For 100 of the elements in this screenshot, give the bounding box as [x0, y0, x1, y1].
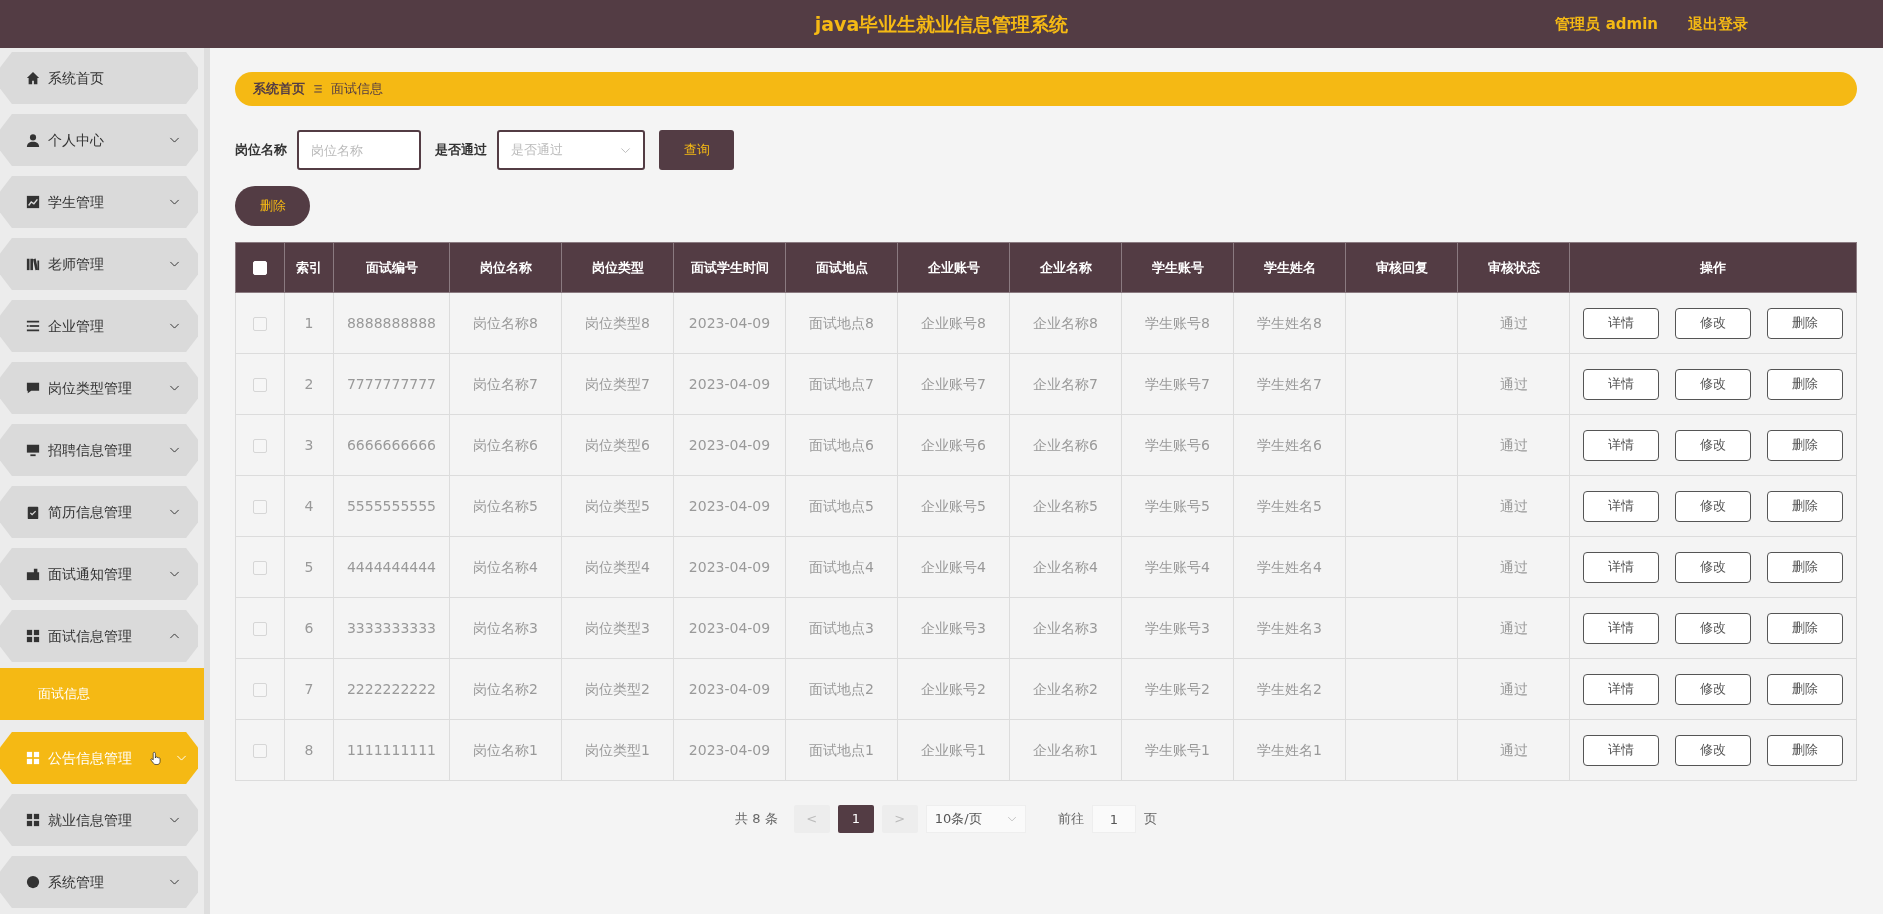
goto-label: 前往	[1057, 810, 1084, 829]
row-action-button[interactable]: 详情	[1583, 551, 1659, 583]
row-checkbox[interactable]	[253, 316, 267, 331]
row-action-button[interactable]: 详情	[1583, 368, 1659, 400]
row-checkbox[interactable]	[253, 560, 267, 575]
row-checkbox[interactable]	[253, 621, 267, 636]
monitor-icon	[26, 443, 40, 457]
row-action-button[interactable]: 删除	[1767, 368, 1843, 400]
grid-icon	[26, 751, 40, 765]
table-cell: 学生姓名8	[1233, 292, 1346, 354]
table-cell: 1111111111	[333, 719, 450, 781]
sidebar-item[interactable]: 学生管理	[0, 176, 198, 228]
sidebar-item[interactable]: 面试通知管理	[0, 548, 198, 600]
table-cell: 2023-04-09	[673, 597, 786, 659]
sidebar-item[interactable]: 企业管理	[0, 300, 198, 352]
column-header: 面试地点	[785, 242, 898, 293]
select-all-checkbox[interactable]	[253, 261, 267, 276]
breadcrumb-item[interactable]: 系统首页	[253, 79, 305, 99]
table-cell: 岗位类型1	[561, 719, 674, 781]
sidebar-item[interactable]: 岗位类型管理	[0, 362, 198, 414]
sidebar-item[interactable]: 系统管理	[0, 856, 198, 908]
table-cell: 学生账号1	[1121, 719, 1234, 781]
column-header: 操作	[1569, 242, 1857, 293]
table-cell: 企业账号1	[897, 719, 1010, 781]
row-action-button[interactable]: 修改	[1675, 612, 1751, 644]
sidebar-item[interactable]: 个人中心	[0, 114, 198, 166]
table-cell: 企业名称3	[1009, 597, 1122, 659]
clipboard-icon	[26, 505, 40, 519]
row-action-button[interactable]: 删除	[1767, 673, 1843, 705]
row-action-button[interactable]: 修改	[1675, 368, 1751, 400]
table-cell: 岗位类型2	[561, 658, 674, 720]
row-action-button[interactable]: 详情	[1583, 490, 1659, 522]
row-action-button[interactable]: 删除	[1767, 307, 1843, 339]
sidebar-item[interactable]: 老师管理	[0, 238, 198, 290]
breadcrumb-item: 面试信息	[331, 80, 383, 99]
table-cell: 5	[284, 536, 334, 598]
table-cell: 1	[284, 292, 334, 354]
row-checkbox[interactable]	[253, 377, 267, 392]
table-cell: 学生姓名5	[1233, 475, 1346, 537]
table-cell: 学生账号2	[1121, 658, 1234, 720]
sidebar-item[interactable]: 招聘信息管理	[0, 424, 198, 476]
table-cell: 企业名称2	[1009, 658, 1122, 720]
search-button[interactable]: 查询	[659, 130, 734, 170]
table-cell: 2023-04-09	[673, 536, 786, 598]
table-cell: 学生姓名3	[1233, 597, 1346, 659]
sidebar-item[interactable]: 简历信息管理	[0, 486, 198, 538]
grid-icon	[26, 813, 40, 827]
table-cell: 岗位类型5	[561, 475, 674, 537]
column-header: 面试学生时间	[673, 242, 786, 293]
sidebar-item[interactable]: 就业信息管理	[0, 794, 198, 846]
table-cell: 通过	[1457, 414, 1570, 476]
row-action-button[interactable]: 详情	[1583, 429, 1659, 461]
table-cell: 2023-04-09	[673, 414, 786, 476]
table-cell: 学生账号7	[1121, 353, 1234, 415]
row-action-button[interactable]: 删除	[1767, 551, 1843, 583]
row-action-button[interactable]: 修改	[1675, 734, 1751, 766]
row-action-button[interactable]: 详情	[1583, 612, 1659, 644]
page-size-select[interactable]: 10条/页	[925, 805, 1026, 833]
table-cell: 学生账号8	[1121, 292, 1234, 354]
delete-button[interactable]: 删除	[235, 186, 310, 226]
table-cell: 岗位类型4	[561, 536, 674, 598]
sidebar-item[interactable]: 面试信息管理	[0, 610, 198, 662]
column-header: 学生账号	[1121, 242, 1234, 293]
row-checkbox[interactable]	[253, 743, 267, 758]
column-header: 面试编号	[333, 242, 450, 293]
row-action-button[interactable]: 删除	[1767, 734, 1843, 766]
page-button[interactable]: 1	[837, 805, 874, 833]
row-action-button[interactable]: 修改	[1675, 673, 1751, 705]
page-input[interactable]: 1	[1091, 805, 1136, 833]
table-cell: 7	[284, 658, 334, 720]
table-cell: 岗位名称4	[449, 536, 562, 598]
row-checkbox[interactable]	[253, 438, 267, 453]
row-checkbox[interactable]	[253, 682, 267, 697]
row-action-button[interactable]: 详情	[1583, 307, 1659, 339]
table-cell: 企业账号7	[897, 353, 1010, 415]
table-cell: 4	[284, 475, 334, 537]
row-action-button[interactable]: 详情	[1583, 673, 1659, 705]
sidebar-item[interactable]: 系统首页	[0, 52, 198, 104]
row-action-button[interactable]: 修改	[1675, 551, 1751, 583]
row-action-button[interactable]: 修改	[1675, 490, 1751, 522]
row-action-button[interactable]: 删除	[1767, 429, 1843, 461]
table-cell: 企业名称7	[1009, 353, 1122, 415]
row-action-button[interactable]: 修改	[1675, 429, 1751, 461]
row-action-button[interactable]: 修改	[1675, 307, 1751, 339]
row-action-button[interactable]: 删除	[1767, 612, 1843, 644]
column-header: 岗位类型	[561, 242, 674, 293]
user-label: 管理员 admin	[1555, 13, 1658, 35]
row-action-button[interactable]: 详情	[1583, 734, 1659, 766]
row-action-button[interactable]: 删除	[1767, 490, 1843, 522]
table-cell: 岗位名称5	[449, 475, 562, 537]
table-cell: 企业名称6	[1009, 414, 1122, 476]
cursor-icon	[148, 751, 164, 765]
table-cell: 企业名称8	[1009, 292, 1122, 354]
logout-link[interactable]: 退出登录	[1688, 12, 1748, 36]
row-checkbox[interactable]	[253, 499, 267, 514]
input-field[interactable]: 岗位名称	[297, 130, 421, 170]
table-cell: 企业账号3	[897, 597, 1010, 659]
table-cell: 学生账号3	[1121, 597, 1234, 659]
table-cell: 面试地点3	[785, 597, 898, 659]
table-cell: 岗位类型3	[561, 597, 674, 659]
